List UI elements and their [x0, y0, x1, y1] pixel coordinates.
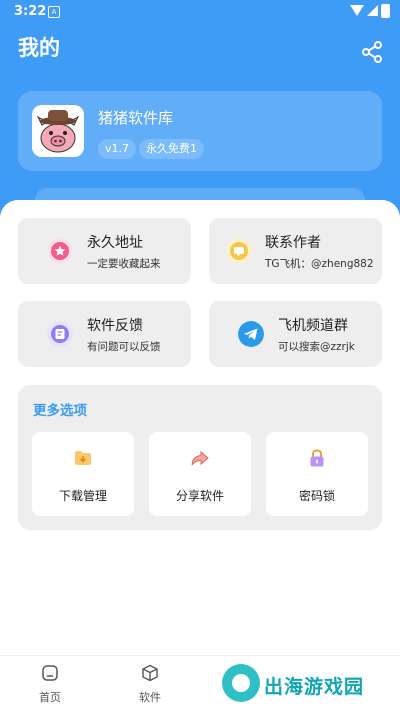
- tile-title: 联系作者: [265, 235, 321, 251]
- tile-telegram-channel[interactable]: 飞机频道群 可以搜索@zzrjk: [209, 301, 382, 367]
- tile-title: 飞机频道群: [278, 318, 348, 334]
- download-manager-button[interactable]: 下载管理: [32, 432, 134, 516]
- wifi-icon: [350, 5, 364, 16]
- more-options-panel: 更多选项 下载管理 分享软件 密码锁: [18, 385, 382, 530]
- download-folder-icon: [75, 451, 91, 465]
- page-title: 我的: [18, 36, 60, 60]
- share-arrow-icon: [191, 450, 209, 466]
- nav-home[interactable]: 首页: [20, 656, 80, 712]
- watermark-text: 出海游戏园: [264, 676, 365, 698]
- cube-icon: [142, 664, 158, 682]
- tile-contact-author[interactable]: 联系作者 TG飞机：@zheng882: [209, 218, 382, 284]
- option-label: 下载管理: [58, 489, 107, 503]
- app-name: 猪猪软件库: [98, 109, 174, 127]
- tile-subtitle: 可以搜索@zzrjk: [278, 341, 355, 353]
- free-badge: 永久免费1: [139, 139, 204, 159]
- tile-title: 永久地址: [87, 235, 143, 251]
- feedback-icon: [47, 321, 73, 347]
- version-badge: v1.7: [98, 139, 137, 159]
- chat-icon: [226, 238, 252, 264]
- tile-subtitle: 有问题可以反馈: [87, 341, 161, 353]
- tile-subtitle: 一定要收藏起来: [87, 258, 161, 270]
- app-avatar: [32, 105, 84, 157]
- watermark: 出海游戏园: [222, 662, 382, 708]
- star-icon: [47, 238, 73, 264]
- signal-icon: [367, 5, 378, 16]
- nav-label: 软件: [139, 691, 161, 704]
- option-label: 密码锁: [298, 489, 335, 503]
- tile-feedback[interactable]: 软件反馈 有问题可以反馈: [18, 301, 191, 367]
- tile-subtitle: TG飞机：@zheng882: [265, 258, 374, 270]
- share-icon: [362, 41, 382, 63]
- status-time: 3:22: [14, 4, 47, 19]
- option-label: 分享软件: [175, 489, 224, 503]
- share-app-button[interactable]: 分享软件: [149, 432, 251, 516]
- home-icon: [42, 665, 58, 681]
- share-button[interactable]: [360, 40, 384, 64]
- telegram-icon: [238, 321, 264, 347]
- battery-icon: [381, 4, 390, 18]
- notification-app-icon: A: [48, 6, 60, 18]
- app-profile-card[interactable]: 猪猪软件库 v1.7 永久免费1: [18, 91, 382, 171]
- tile-permanent-address[interactable]: 永久地址 一定要收藏起来: [18, 218, 191, 284]
- watermark-logo-icon: [222, 664, 260, 702]
- lock-icon: [310, 449, 324, 467]
- status-bar: 3:22 A: [0, 0, 400, 24]
- more-options-title: 更多选项: [33, 403, 87, 419]
- password-lock-button[interactable]: 密码锁: [266, 432, 368, 516]
- tile-title: 软件反馈: [87, 318, 143, 334]
- nav-software[interactable]: 软件: [120, 656, 180, 712]
- pig-logo-icon: [32, 105, 84, 157]
- nav-label: 首页: [39, 691, 61, 704]
